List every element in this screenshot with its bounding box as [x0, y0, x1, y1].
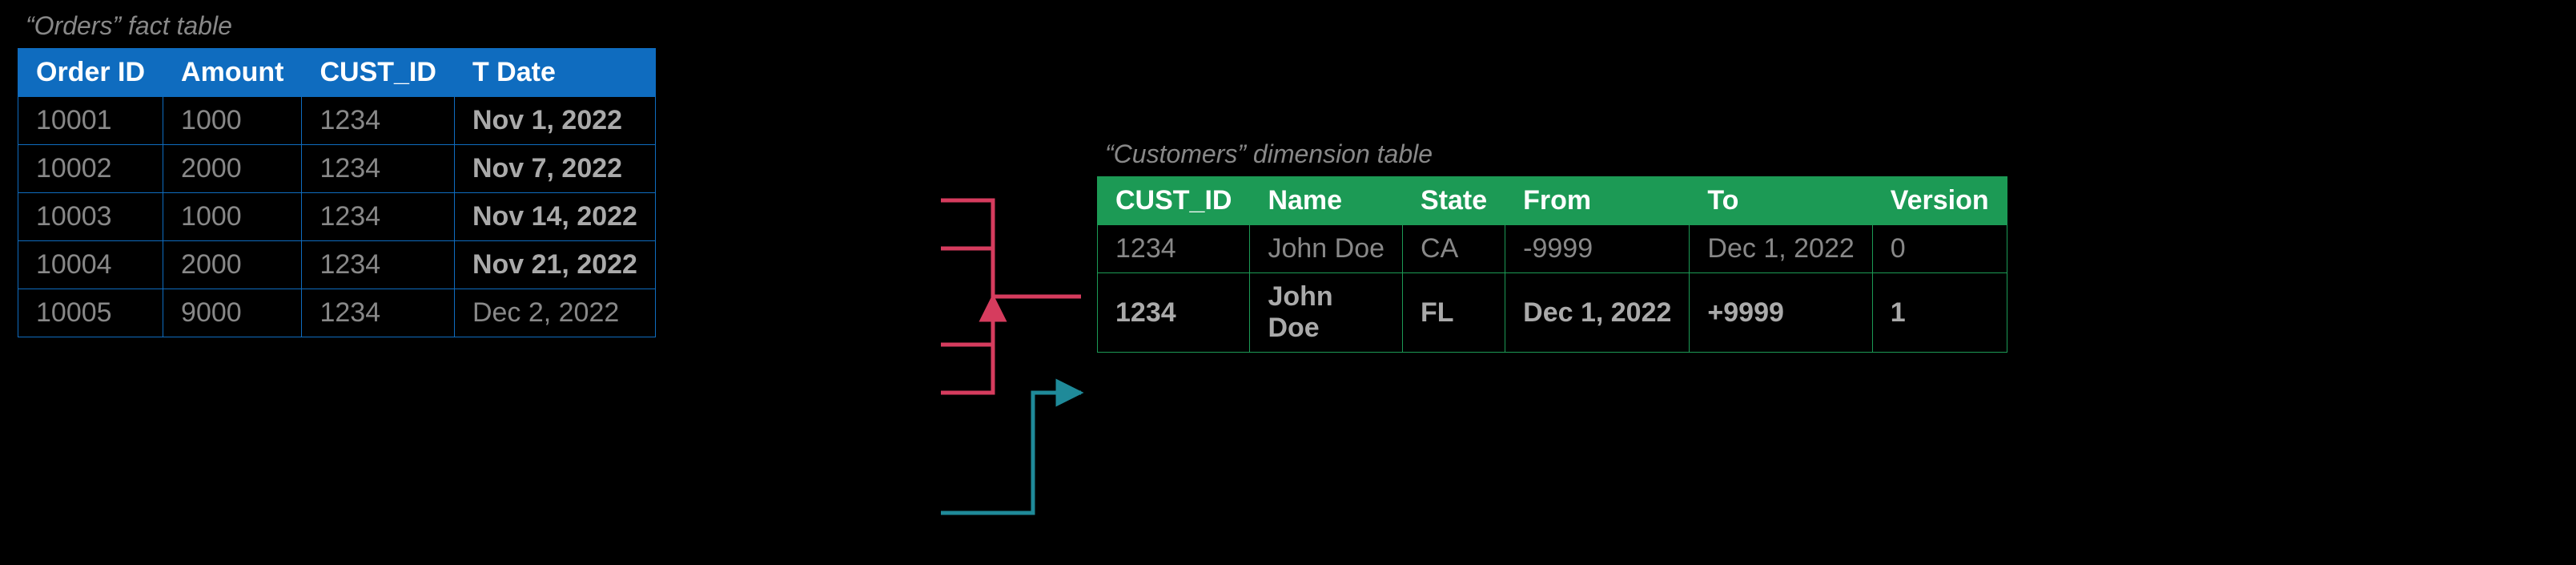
orders-caption: “Orders” fact table — [26, 11, 232, 41]
cell-to: +9999 — [1690, 273, 1872, 353]
customers-col-to: To — [1690, 177, 1872, 225]
customers-col-version: Version — [1872, 177, 2007, 225]
cell-version: 0 — [1872, 225, 2007, 273]
customers-col-custid: CUST_ID — [1098, 177, 1250, 225]
orders-col-amount: Amount — [163, 49, 302, 97]
customers-col-from: From — [1505, 177, 1690, 225]
cell-orderid: 10001 — [18, 97, 163, 145]
cell-state: CA — [1403, 225, 1505, 273]
arrow-orders-to-v1 — [941, 393, 1081, 513]
orders-col-custid: CUST_ID — [302, 49, 454, 97]
cell-name: John Doe — [1250, 273, 1403, 353]
cell-custid: 1234 — [302, 193, 454, 241]
table-row: 10004 2000 1234 Nov 21, 2022 — [18, 241, 656, 289]
cell-amount: 1000 — [163, 193, 302, 241]
cell-custid: 1234 — [1098, 273, 1250, 353]
cell-amount: 1000 — [163, 97, 302, 145]
cell-name: John Doe — [1250, 225, 1403, 273]
cell-tdate: Nov 21, 2022 — [454, 241, 655, 289]
cell-custid: 1234 — [302, 241, 454, 289]
cell-amount: 2000 — [163, 241, 302, 289]
cell-orderid: 10002 — [18, 145, 163, 193]
cell-from: Dec 1, 2022 — [1505, 273, 1690, 353]
cell-custid: 1234 — [1098, 225, 1250, 273]
table-row: 10002 2000 1234 Nov 7, 2022 — [18, 145, 656, 193]
cell-tdate: Nov 1, 2022 — [454, 97, 655, 145]
cell-custid: 1234 — [302, 145, 454, 193]
table-row: 1234 John Doe FL Dec 1, 2022 +9999 1 — [1098, 273, 2007, 353]
cell-from: -9999 — [1505, 225, 1690, 273]
orders-header-row: Order ID Amount CUST_ID T Date — [18, 49, 656, 97]
cell-orderid: 10005 — [18, 289, 163, 337]
customers-col-state: State — [1403, 177, 1505, 225]
cell-custid: 1234 — [302, 97, 454, 145]
cell-to: Dec 1, 2022 — [1690, 225, 1872, 273]
orders-table: Order ID Amount CUST_ID T Date 10001 100… — [18, 48, 656, 337]
orders-col-tdate: T Date — [454, 49, 655, 97]
cell-amount: 9000 — [163, 289, 302, 337]
cell-custid: 1234 — [302, 289, 454, 337]
customers-table: CUST_ID Name State From To Version 1234 … — [1097, 176, 2007, 353]
customers-header-row: CUST_ID Name State From To Version — [1098, 177, 2007, 225]
orders-col-orderid: Order ID — [18, 49, 163, 97]
cell-state: FL — [1403, 273, 1505, 353]
cell-orderid: 10004 — [18, 241, 163, 289]
cell-version: 1 — [1872, 273, 2007, 353]
table-row: 10005 9000 1234 Dec 2, 2022 — [18, 289, 656, 337]
arrow-orders-to-v0 — [941, 200, 1081, 393]
customers-col-name: Name — [1250, 177, 1403, 225]
table-row: 1234 John Doe CA -9999 Dec 1, 2022 0 — [1098, 225, 2007, 273]
cell-amount: 2000 — [163, 145, 302, 193]
cell-tdate: Nov 14, 2022 — [454, 193, 655, 241]
cell-tdate: Nov 7, 2022 — [454, 145, 655, 193]
customers-caption: “Customers” dimension table — [1105, 139, 1433, 169]
cell-orderid: 10003 — [18, 193, 163, 241]
table-row: 10003 1000 1234 Nov 14, 2022 — [18, 193, 656, 241]
table-row: 10001 1000 1234 Nov 1, 2022 — [18, 97, 656, 145]
cell-tdate: Dec 2, 2022 — [454, 289, 655, 337]
